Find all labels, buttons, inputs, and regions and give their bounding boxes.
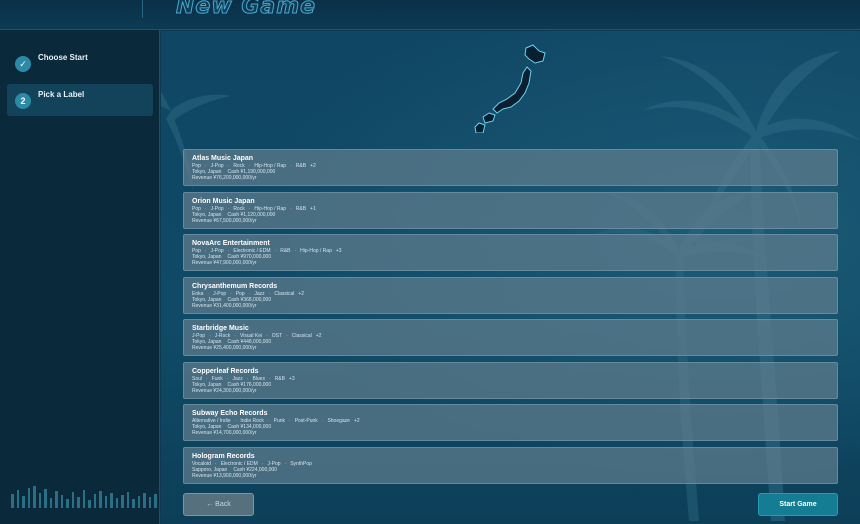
label-name: Starbridge Music [192, 325, 249, 332]
label-revenue: Revenue ¥31,400,000,000/yr [192, 302, 257, 309]
label-card[interactable]: NovaArc Entertainment Pop · J-Pop · Electron… [183, 234, 838, 271]
back-button[interactable]: ← Back [183, 493, 254, 516]
label-cash: Cash ¥224,000,000 [233, 466, 277, 473]
label-revenue: Revenue ¥13,900,000,000/yr [192, 472, 257, 479]
sidebar: ✓ Choose Start 2 Pick a Label [0, 30, 160, 524]
label-name: Subway Echo Records [192, 410, 268, 417]
label-revenue: Revenue ¥24,300,000,000/yr [192, 387, 257, 394]
label-name: Hologram Records [192, 452, 255, 460]
label-cash: Cash ¥448,000,000 [227, 339, 272, 346]
label-revenue: Revenue ¥25,400,000,000/yr [192, 345, 257, 352]
label-card[interactable]: Orion Music Japan Pop · J-Pop · Rock · Hip-Hop… [183, 191, 838, 229]
step-label: Pick a Label [38, 90, 85, 99]
label-card[interactable]: Atlas Music Japan Pop · J-Pop · Rock · Hip-Hop… [183, 149, 838, 186]
label-card[interactable]: Hologram Records Vocaloid · Electronic / E… [183, 446, 838, 484]
step-label: Choose Start [38, 53, 88, 62]
top-bar: New Game [0, 0, 860, 30]
label-revenue: Revenue ¥47,900,000,000/yr [192, 260, 257, 267]
main-panel: Atlas Music Japan Pop · J-Pop · Rock · Hip-Hop… [161, 31, 860, 524]
label-name: Atlas Music Japan [192, 155, 254, 162]
equalizer-icon [11, 486, 157, 508]
top-bar-divider [142, 0, 143, 18]
japan-map [474, 44, 546, 133]
label-card[interactable]: Chrysanthemum Records Enka · J-Pop · Pop · Jaz… [183, 276, 838, 314]
label-cash: Cash ¥176,000,000 [227, 381, 272, 388]
label-cash: Cash ¥134,000,000 [227, 424, 272, 431]
check-icon: ✓ [15, 56, 31, 72]
label-name: Copperleaf Records [192, 367, 259, 375]
label-revenue: Revenue ¥76,200,000,000/yr [192, 175, 257, 182]
page-title: New Game [175, 0, 317, 20]
label-cash: Cash ¥1,190,000,000 [227, 169, 276, 176]
label-name: NovaArc Entertainment [192, 240, 270, 247]
label-cash: Cash ¥368,000,000 [227, 296, 272, 303]
label-revenue: Revenue ¥14,700,000,000/yr [192, 430, 257, 437]
start-game-button[interactable]: Start Game [758, 493, 838, 516]
label-card[interactable]: Subway Echo Records Alternative / Indie ·… [183, 404, 838, 441]
label-cash: Cash ¥970,000,000 [227, 254, 272, 261]
step-number: 2 [15, 93, 31, 109]
label-card[interactable]: Copperleaf Records Soul · Funk · Jazz · Blues ·… [183, 361, 838, 399]
label-name: Orion Music Japan [192, 197, 255, 205]
step-choose-start[interactable]: ✓ Choose Start [7, 47, 153, 79]
step-pick-a-label[interactable]: 2 Pick a Label [7, 84, 153, 116]
label-card[interactable]: Starbridge Music J-Pop · J-Rock · Visual Kei… [183, 319, 838, 356]
label-cash: Cash ¥1,120,000,000 [227, 211, 276, 218]
label-revenue: Revenue ¥67,500,000,000/yr [192, 217, 257, 224]
label-name: Chrysanthemum Records [192, 282, 278, 290]
